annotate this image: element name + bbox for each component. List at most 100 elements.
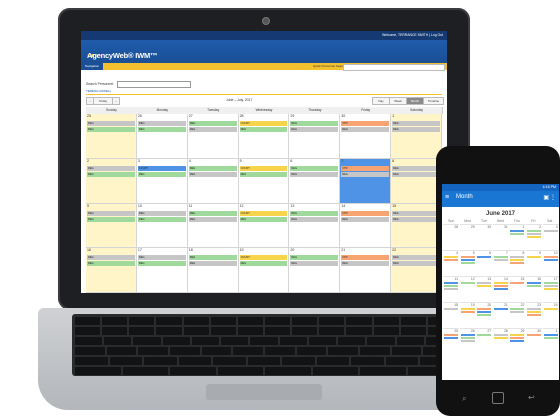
calendar-event[interactable]: REG <box>392 255 440 261</box>
phone-day-cell[interactable]: 30 <box>526 328 542 350</box>
phone-event-chip[interactable] <box>543 307 558 310</box>
phone-event-chip[interactable] <box>510 339 525 342</box>
phone-day-cell[interactable]: 27 <box>476 328 493 350</box>
calendar-day-cell[interactable]: 5 COUNT REG <box>238 158 290 204</box>
phone-event-chip[interactable] <box>444 258 458 261</box>
phone-day-cell[interactable]: 21 <box>492 302 509 324</box>
phone-day-cell[interactable]: 6 <box>476 250 493 272</box>
calendar-day-cell[interactable]: 11 REG REG <box>187 203 239 249</box>
calendar-event[interactable]: REG <box>341 127 390 132</box>
calendar-event[interactable]: REG <box>137 171 186 177</box>
phone-day-cell[interactable]: 2 <box>526 224 542 246</box>
phone-day-cell[interactable]: 4 <box>443 250 459 272</box>
calendar-event[interactable]: REG <box>87 255 135 261</box>
phone-day-cell[interactable]: 24 <box>542 302 559 324</box>
navigation-button[interactable]: Navigation <box>81 63 104 70</box>
calendar-event[interactable]: COUNT <box>239 165 288 171</box>
calendar-day-cell[interactable]: 30 VTR REG <box>340 114 392 159</box>
phone-day-cell[interactable]: 30 <box>476 224 493 246</box>
more-icon[interactable]: ⋮ <box>550 194 556 201</box>
phone-day-cell[interactable]: 14 <box>492 276 509 298</box>
phone-event-chip[interactable] <box>493 258 508 261</box>
phone-day-cell[interactable]: 3 <box>542 224 559 246</box>
phone-day-cell[interactable]: 20 <box>476 302 493 324</box>
phone-event-chip[interactable] <box>460 339 475 342</box>
calendar-event[interactable]: VTR <box>341 165 390 171</box>
phone-event-chip[interactable] <box>493 336 508 339</box>
phone-day-cell[interactable]: 1 <box>542 328 559 350</box>
phone-day-cell[interactable]: 29 <box>459 224 476 246</box>
view-week-button[interactable]: Week <box>389 97 407 105</box>
calendar-event[interactable]: REG <box>137 261 186 267</box>
phone-day-cell[interactable]: 22 <box>509 302 526 324</box>
phone-day-cell[interactable]: 19 <box>459 302 476 324</box>
phone-event-chip[interactable] <box>527 313 541 316</box>
calendar-event[interactable]: REG <box>392 210 440 216</box>
calendar-event[interactable]: REG <box>341 261 390 267</box>
calendar-event[interactable]: REG <box>188 127 237 132</box>
calendar-event[interactable]: REG <box>392 165 440 171</box>
phone-event-chip[interactable] <box>477 284 492 287</box>
calendar-event[interactable]: REG <box>290 165 339 171</box>
calendar-event[interactable]: REG <box>188 171 237 177</box>
calendar-day-cell[interactable]: 1 REG REG <box>391 114 442 159</box>
calendar-event[interactable]: REG <box>137 210 186 216</box>
phone-day-cell[interactable]: 5 <box>459 250 476 272</box>
calendar-event[interactable]: REG <box>239 261 288 267</box>
calendar-event[interactable]: COUNT <box>239 210 288 216</box>
calendar-event[interactable]: REG <box>290 127 339 132</box>
phone-search-icon[interactable]: ⌕ <box>462 394 466 404</box>
calendar-day-cell[interactable]: 29 REG REG <box>289 114 341 159</box>
calendar-event[interactable]: VTR <box>341 210 390 216</box>
calendar-event[interactable]: REG <box>290 261 339 267</box>
phone-day-cell[interactable]: 28 <box>492 328 509 350</box>
calendar-event[interactable]: VTR <box>341 255 390 261</box>
quick-search-input[interactable] <box>343 64 445 71</box>
phone-event-chip[interactable] <box>510 281 525 284</box>
calendar-day-cell[interactable]: 3 COURT REG <box>136 158 188 204</box>
phone-day-cell[interactable]: 28 <box>443 224 459 246</box>
calendar-event[interactable]: COUNT <box>239 121 288 126</box>
calendar-event[interactable]: REG <box>341 171 390 177</box>
phone-event-chip[interactable] <box>444 336 458 339</box>
calendar-event[interactable]: REG <box>137 127 186 132</box>
calendar-day-cell[interactable]: 18 REG REG <box>187 248 239 293</box>
calendar-day-cell[interactable]: 20 REG REG <box>289 248 341 293</box>
calendar-event[interactable]: REG <box>341 216 390 222</box>
phone-event-chip[interactable] <box>460 261 475 264</box>
calendar-day-cell[interactable]: 14 VTR REG <box>340 203 392 249</box>
phone-event-chip[interactable] <box>510 310 525 313</box>
phone-day-cell[interactable]: 1 <box>509 224 526 246</box>
calendar-event[interactable]: REG <box>87 165 135 171</box>
calendar-event[interactable]: REG <box>290 255 339 261</box>
calendar-day-cell[interactable]: 21 VTR REG <box>340 248 392 293</box>
phone-event-chip[interactable] <box>477 313 492 316</box>
phone-event-chip[interactable] <box>527 255 541 258</box>
calendar-event[interactable]: REG <box>239 216 288 222</box>
phone-event-chip[interactable] <box>493 287 508 290</box>
calendar-day-cell[interactable]: 19 COUNT REG <box>238 248 290 293</box>
phone-back-icon[interactable]: ↩ <box>528 393 535 402</box>
phone-event-chip[interactable] <box>444 307 458 310</box>
calendar-day-cell[interactable]: 22 REG REG <box>391 248 442 293</box>
view-month-button[interactable]: Month <box>406 97 424 105</box>
phone-event-chip[interactable] <box>527 284 541 287</box>
phone-view-title[interactable]: Month <box>456 194 473 200</box>
phone-event-chip[interactable] <box>543 287 558 290</box>
phone-event-chip[interactable] <box>477 255 492 258</box>
phone-day-cell[interactable]: 29 <box>509 328 526 350</box>
calendar-event[interactable]: REG <box>137 255 186 261</box>
phone-event-chip[interactable] <box>444 287 458 290</box>
calendar-event[interactable]: REG <box>188 121 237 126</box>
calendar-event[interactable]: REG <box>87 261 135 267</box>
phone-event-chip[interactable] <box>527 333 541 336</box>
phone-day-cell[interactable]: 25 <box>443 328 459 350</box>
calendar-day-cell[interactable]: 12 COUNT REG <box>238 203 290 249</box>
calendar-event[interactable]: REG <box>87 121 135 126</box>
calendar-event[interactable]: REG <box>188 210 237 216</box>
phone-day-cell[interactable]: 9 <box>526 250 542 272</box>
today-button[interactable]: Today <box>93 97 113 105</box>
phone-home-icon[interactable] <box>492 392 504 404</box>
calendar-event[interactable]: COURT <box>137 165 186 171</box>
calendar-day-cell[interactable]: 10 REG REG <box>136 203 188 249</box>
